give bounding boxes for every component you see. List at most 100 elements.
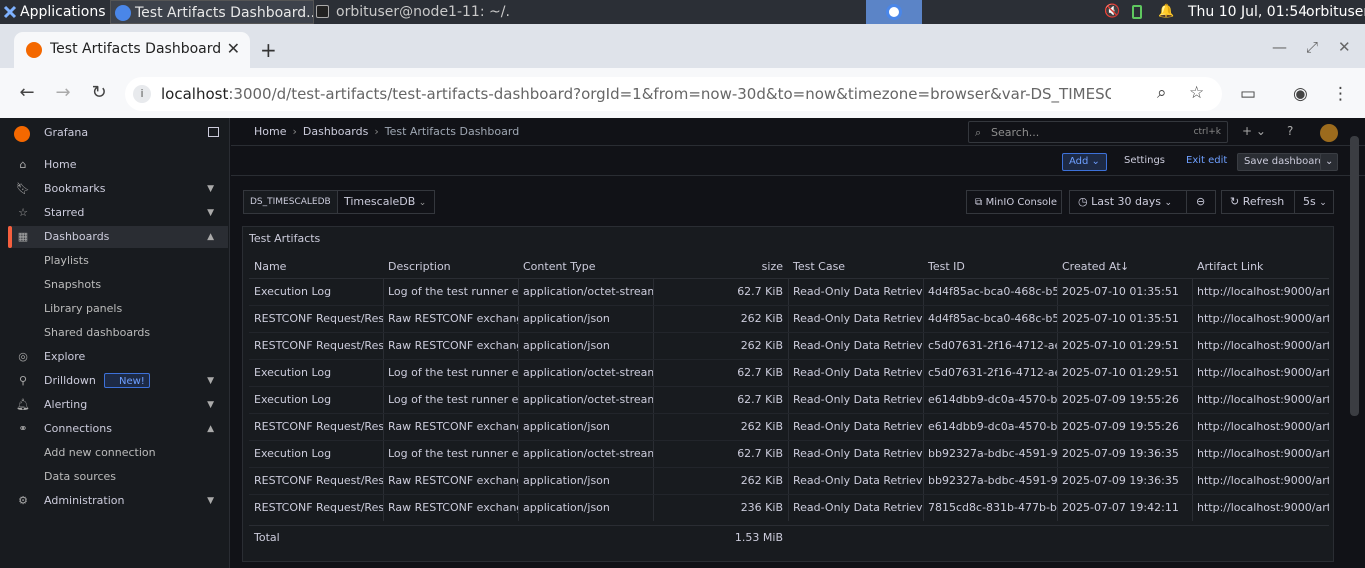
column-header[interactable]: Name bbox=[249, 255, 383, 279]
dock-menu-icon[interactable] bbox=[208, 127, 219, 137]
table-row[interactable]: RESTCONF Request/Resp Raw RESTCONF exchan… bbox=[249, 414, 1329, 441]
notification-bell-icon[interactable]: 🔔 bbox=[1158, 0, 1174, 24]
column-header[interactable]: Test ID bbox=[923, 255, 1057, 279]
table-row[interactable]: RESTCONF Request/Resp Raw RESTCONF exchan… bbox=[249, 495, 1329, 521]
close-window-icon[interactable]: ✕ bbox=[1338, 38, 1351, 56]
chevron-up-icon[interactable]: ▲ bbox=[207, 418, 214, 440]
column-header[interactable]: size bbox=[653, 255, 788, 279]
sidebar-item-drilldown[interactable]: ⚲ Drilldown New! ▼ bbox=[8, 370, 228, 392]
save-dashboard-button[interactable]: Save dashboard bbox=[1237, 153, 1332, 171]
sidebar-item-shared-dashboards[interactable]: Shared dashboards bbox=[8, 322, 228, 344]
bookmark-star-icon[interactable]: ☆ bbox=[1189, 83, 1204, 103]
reload-icon[interactable]: ↻ bbox=[88, 82, 110, 103]
profile-icon[interactable]: ◉ bbox=[1293, 84, 1308, 104]
datasource-variable-select[interactable]: TimescaleDB ⌄ bbox=[337, 190, 435, 214]
sidebar-item-home[interactable]: ⌂ Home bbox=[8, 154, 228, 176]
back-icon[interactable]: ← bbox=[16, 82, 38, 103]
column-header[interactable]: Content Type bbox=[518, 255, 653, 279]
table-row[interactable]: RESTCONF Request/Resp Raw RESTCONF exchan… bbox=[249, 306, 1329, 333]
table-cell[interactable]: http://localhost:9000/artif bbox=[1192, 414, 1329, 441]
task-terminal-label: orbituser@node1-11: ~/... bbox=[336, 4, 510, 20]
column-header[interactable]: Test Case bbox=[788, 255, 923, 279]
zoom-out-icon[interactable]: ⊖ bbox=[1186, 190, 1216, 214]
user-menu[interactable]: orbituser bbox=[1306, 0, 1365, 24]
maximize-icon[interactable]: ⤢ bbox=[1306, 38, 1318, 56]
applications-menu[interactable]: Applications bbox=[0, 0, 108, 24]
table-cell: bb92327a-bdbc-4591-9f2 bbox=[928, 447, 1057, 460]
sidebar-item-alerting[interactable]: 🔔︎ Alerting ▼ bbox=[8, 394, 228, 416]
refresh-interval-select[interactable]: 5s ⌄ bbox=[1294, 190, 1334, 214]
add-plus-icon[interactable]: + ⌄ bbox=[1242, 124, 1266, 138]
zoom-search-icon[interactable]: ⌕ bbox=[1157, 83, 1167, 103]
sidebar-item-label: Playlists bbox=[44, 254, 89, 267]
sidebar-item-administration[interactable]: ⚙ Administration ▼ bbox=[8, 490, 228, 512]
chevron-up-icon[interactable]: ▲ bbox=[207, 226, 214, 248]
chevron-down-icon[interactable]: ▼ bbox=[207, 394, 214, 416]
column-header[interactable]: Description bbox=[383, 255, 518, 279]
sidebar-item-snapshots[interactable]: Snapshots bbox=[8, 274, 228, 296]
sidebar-item-connections[interactable]: ⚭ Connections ▲ bbox=[8, 418, 228, 440]
sidebar-item-playlists[interactable]: Playlists bbox=[8, 250, 228, 272]
table-cell[interactable]: http://localhost:9000/artif bbox=[1192, 306, 1329, 333]
refresh-button[interactable]: ↻ Refresh bbox=[1221, 190, 1295, 214]
clock[interactable]: Thu 10 Jul, 01:54 bbox=[1188, 0, 1307, 24]
minio-console-link[interactable]: ⧉ MinIO Console bbox=[966, 190, 1062, 214]
chevron-down-icon[interactable]: ▼ bbox=[207, 490, 214, 512]
breadcrumb-home[interactable]: Home bbox=[254, 125, 286, 138]
brand-label: Grafana bbox=[44, 126, 89, 139]
chevron-down-icon[interactable]: ▼ bbox=[207, 202, 214, 224]
sidebar-item-library-panels[interactable]: Library panels bbox=[8, 298, 228, 320]
taskbar-task-browser[interactable]: Test Artifacts Dashboard... bbox=[110, 0, 314, 24]
sidebar-item-add-new-connection[interactable]: Add new connection bbox=[8, 442, 228, 464]
search-input[interactable]: ⌕ Search... ctrl+k bbox=[968, 121, 1228, 143]
browser-tab[interactable]: Test Artifacts Dashboard - ✕ bbox=[14, 32, 250, 68]
table-cell: e614dbb9-dc0a-4570-b5 bbox=[928, 420, 1057, 433]
table-cell[interactable]: http://localhost:9000/artif bbox=[1192, 333, 1329, 360]
table-cell: 2025-07-09 19:55:26 bbox=[1062, 420, 1179, 433]
battery-icon[interactable] bbox=[1132, 5, 1142, 19]
sidebar-item-bookmarks[interactable]: 🔖︎ Bookmarks ▼ bbox=[8, 178, 228, 200]
table-cell[interactable]: http://localhost:9000/artif bbox=[1192, 468, 1329, 495]
save-options-chevron-icon[interactable]: ⌄ bbox=[1320, 153, 1339, 171]
table-cell: 62.7 KiB bbox=[737, 393, 783, 406]
address-bar[interactable]: i localhost:3000/d/test-artifacts/test-a… bbox=[125, 77, 1222, 111]
chrome-menu-icon[interactable]: ⋮ bbox=[1332, 84, 1349, 104]
sidebar-item-explore[interactable]: ◎ Explore bbox=[8, 346, 228, 368]
table-row[interactable]: RESTCONF Request/Resp Raw RESTCONF exchan… bbox=[249, 333, 1329, 360]
table-cell[interactable]: http://localhost:9000/artif bbox=[1192, 387, 1329, 414]
apps-icon: ▦ bbox=[17, 230, 29, 243]
volume-muted-icon[interactable]: 🔇 bbox=[1104, 0, 1120, 24]
table-row[interactable]: Execution Log Log of the test runner exe a… bbox=[249, 387, 1329, 414]
help-icon[interactable]: ? bbox=[1287, 124, 1293, 138]
taskbar-chrome-launcher[interactable] bbox=[866, 0, 922, 24]
chevron-down-icon[interactable]: ▼ bbox=[207, 370, 214, 392]
site-info-icon[interactable]: i bbox=[133, 85, 151, 103]
column-header[interactable]: Artifact Link bbox=[1192, 255, 1329, 279]
sidebar-item-dashboards[interactable]: ▦ Dashboards ▲ bbox=[8, 226, 228, 248]
chevron-down-icon[interactable]: ▼ bbox=[207, 178, 214, 200]
time-range-picker[interactable]: ◷ Last 30 days ⌄ bbox=[1069, 190, 1187, 214]
forward-icon[interactable]: → bbox=[52, 82, 74, 103]
table-row[interactable]: Execution Log Log of the test runner exe a… bbox=[249, 441, 1329, 468]
add-button[interactable]: Add ⌄ bbox=[1062, 153, 1107, 171]
minimize-icon[interactable]: — bbox=[1272, 38, 1287, 56]
page-scrollbar[interactable] bbox=[1350, 136, 1359, 416]
exit-edit-button[interactable]: Exit edit bbox=[1180, 153, 1233, 171]
avatar[interactable] bbox=[1320, 124, 1338, 142]
url-text[interactable]: localhost:3000/d/test-artifacts/test-art… bbox=[161, 85, 1111, 103]
table-row[interactable]: Execution Log Log of the test runner exe a… bbox=[249, 279, 1329, 306]
cast-icon[interactable]: ▭ bbox=[1240, 84, 1256, 104]
new-tab-button[interactable]: + bbox=[260, 38, 277, 62]
table-cell[interactable]: http://localhost:9000/artif bbox=[1192, 495, 1329, 521]
breadcrumb-dashboards[interactable]: Dashboards bbox=[303, 125, 368, 138]
table-row[interactable]: Execution Log Log of the test runner exe a… bbox=[249, 360, 1329, 387]
table-cell[interactable]: http://localhost:9000/artif bbox=[1192, 441, 1329, 468]
table-row[interactable]: RESTCONF Request/Resp Raw RESTCONF exchan… bbox=[249, 468, 1329, 495]
close-tab-icon[interactable]: ✕ bbox=[227, 39, 240, 58]
sidebar-item-data-sources[interactable]: Data sources bbox=[8, 466, 228, 488]
table-cell[interactable]: http://localhost:9000/artif bbox=[1192, 360, 1329, 387]
taskbar-task-terminal[interactable]: orbituser@node1-11: ~/... bbox=[312, 0, 510, 24]
sidebar-item-starred[interactable]: ☆ Starred ▼ bbox=[8, 202, 228, 224]
settings-button[interactable]: Settings bbox=[1118, 153, 1171, 171]
table-cell[interactable]: http://localhost:9000/artif bbox=[1192, 279, 1329, 306]
